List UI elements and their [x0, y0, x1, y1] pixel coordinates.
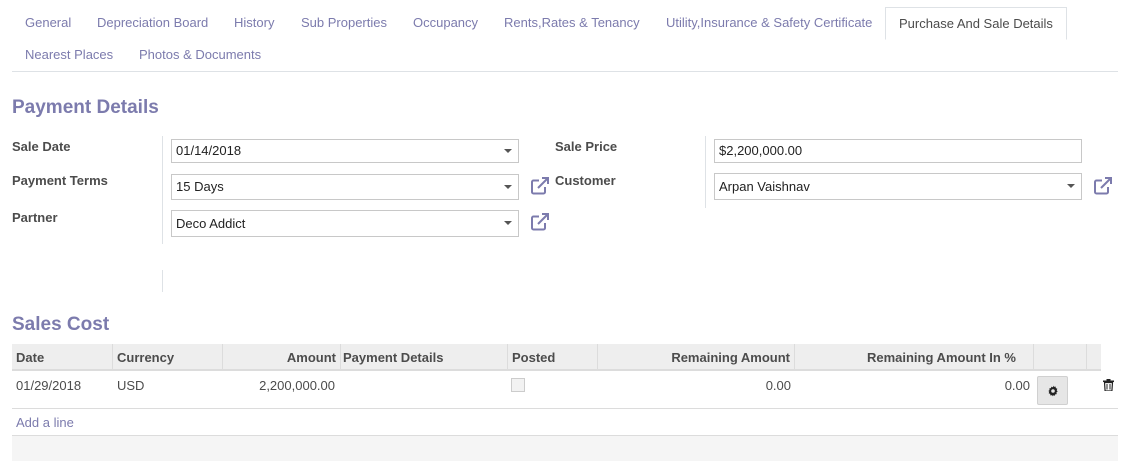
customer-label: Customer: [555, 173, 616, 188]
sale-price-input[interactable]: $2,200,000.00: [714, 139, 1082, 163]
col-currency[interactable]: Currency: [113, 344, 223, 371]
payment-terms-value: 15 Days: [176, 179, 224, 194]
external-link-icon[interactable]: [530, 212, 550, 232]
customer-select[interactable]: Arpan Vaishnav: [714, 173, 1082, 200]
sales-cost-title: Sales Cost: [12, 314, 110, 335]
label-divider: [162, 136, 163, 244]
sale-date-value: 01/14/2018: [176, 143, 242, 158]
partner-label: Partner: [12, 210, 58, 225]
sale-price-value: $2,200,000.00: [719, 143, 803, 158]
partner-select[interactable]: Deco Addict: [171, 210, 519, 237]
payment-terms-label: Payment Terms: [12, 173, 108, 188]
table-footer: [12, 435, 1118, 461]
tab-utility-insurance[interactable]: Utility,Insurance & Safety Certificate: [653, 7, 885, 39]
label-divider-right: [705, 136, 706, 208]
cell-remaining-amount-pct: 0.00: [1004, 378, 1030, 393]
cell-date: 01/29/2018: [16, 378, 82, 393]
tab-depreciation-board[interactable]: Depreciation Board: [84, 7, 221, 39]
tab-purchase-and-sale[interactable]: Purchase And Sale Details: [885, 7, 1067, 40]
sales-cost-table-header: Date Currency Amount Payment Details Pos…: [12, 344, 1101, 371]
tab-occupancy[interactable]: Occupancy: [400, 7, 491, 39]
add-a-line-link[interactable]: Add a line: [16, 415, 74, 430]
col-remaining-amount[interactable]: Remaining Amount: [598, 344, 795, 371]
sale-date-label: Sale Date: [12, 139, 71, 154]
payment-terms-select[interactable]: 15 Days: [171, 174, 519, 200]
table-row[interactable]: 01/29/2018 USD 2,200,000.00 0.00 0.00: [12, 372, 1118, 409]
external-link-icon[interactable]: [530, 176, 550, 196]
col-amount[interactable]: Amount: [223, 344, 341, 371]
posted-checkbox[interactable]: [511, 378, 525, 392]
cell-remaining-amount: 0.00: [765, 378, 791, 393]
tab-photos-documents[interactable]: Photos & Documents: [126, 39, 274, 71]
tab-sub-properties[interactable]: Sub Properties: [288, 7, 400, 39]
col-date[interactable]: Date: [12, 344, 113, 371]
row-settings-button[interactable]: [1037, 376, 1068, 405]
trash-icon[interactable]: [1103, 379, 1114, 391]
external-link-icon[interactable]: [1093, 176, 1113, 196]
cell-currency: USD: [117, 378, 145, 393]
tab-history[interactable]: History: [221, 7, 287, 39]
gear-icon: [1047, 385, 1058, 396]
cell-amount: 2,200,000.00: [259, 378, 335, 393]
tab-general[interactable]: General: [12, 7, 84, 39]
col-actions: [1034, 344, 1087, 371]
payment-details-title: Payment Details: [12, 97, 159, 118]
col-payment-details[interactable]: Payment Details: [339, 344, 508, 371]
chevron-down-icon: [504, 221, 512, 225]
chevron-down-icon: [1067, 184, 1075, 188]
partner-value: Deco Addict: [176, 216, 246, 231]
sale-date-field[interactable]: 01/14/2018: [171, 139, 519, 163]
notebook-tabs: General Depreciation Board History Sub P…: [12, 7, 1118, 72]
tab-nearest-places[interactable]: Nearest Places: [12, 39, 126, 71]
label-divider-2: [162, 270, 163, 292]
col-remaining-amount-pct[interactable]: Remaining Amount In %: [795, 344, 1034, 371]
col-posted[interactable]: Posted: [508, 344, 598, 371]
sale-price-label: Sale Price: [555, 139, 618, 154]
tab-rents-rates-tenancy[interactable]: Rents,Rates & Tenancy: [491, 7, 653, 39]
chevron-down-icon: [504, 185, 512, 189]
customer-value: Arpan Vaishnav: [719, 179, 810, 194]
chevron-down-icon: [504, 149, 512, 153]
